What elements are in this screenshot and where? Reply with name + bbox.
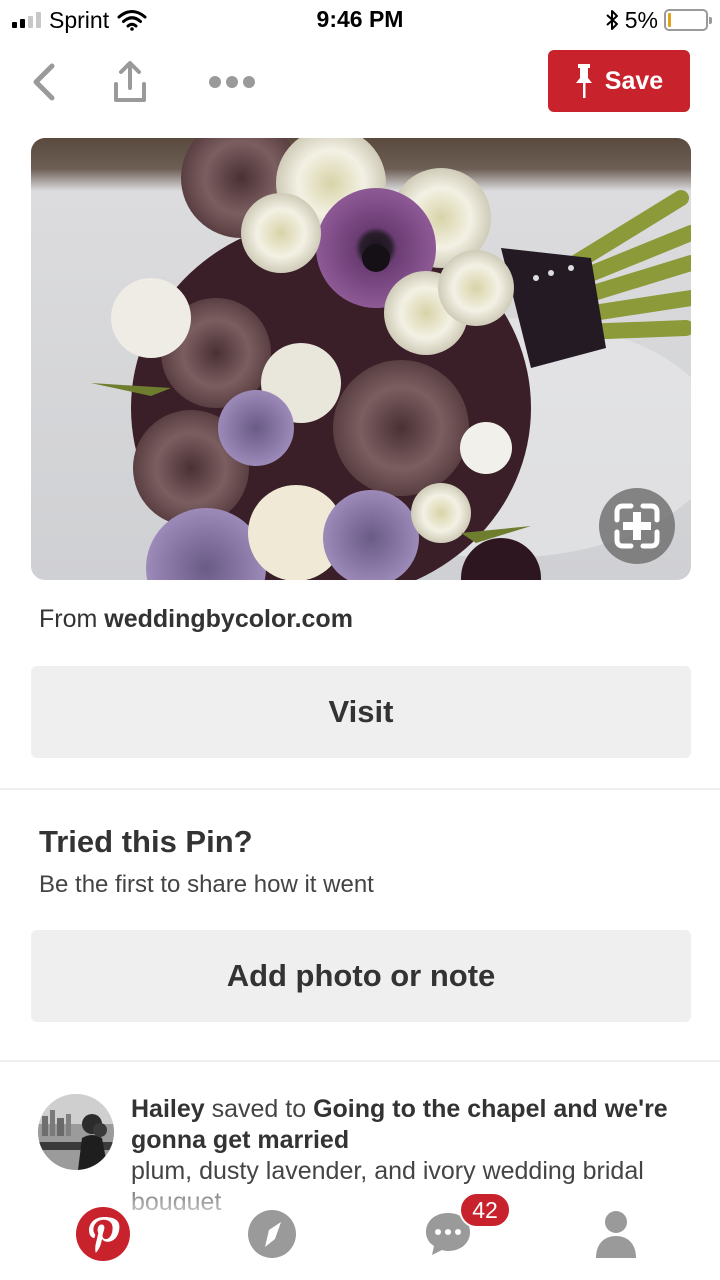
bluetooth-icon (606, 10, 618, 30)
pin-image[interactable] (31, 138, 691, 580)
activity-user[interactable]: Hailey (131, 1095, 205, 1123)
back-button[interactable] (20, 58, 68, 106)
tab-profile[interactable] (586, 1204, 646, 1264)
save-label: Save (604, 66, 664, 95)
top-nav: Save (0, 48, 720, 114)
person-icon (596, 1211, 636, 1258)
battery-icon (664, 9, 712, 31)
source-domain[interactable]: weddingbycolor.com (104, 605, 353, 633)
add-photo-note-button[interactable]: Add photo or note (31, 930, 691, 1022)
status-right: 5% (605, 6, 712, 34)
visual-search-button[interactable] (599, 488, 675, 564)
bouquet-photo (31, 138, 691, 580)
lens-icon (614, 503, 660, 549)
avatar-photo (38, 1094, 114, 1170)
share-icon (114, 61, 146, 102)
share-button[interactable] (106, 58, 154, 106)
divider (0, 1060, 720, 1062)
tab-explore[interactable] (242, 1204, 302, 1264)
tried-subtitle: Be the first to share how it went (39, 871, 374, 898)
divider (0, 788, 720, 790)
visit-button[interactable]: Visit (31, 666, 691, 758)
battery-percent: 5% (624, 6, 658, 33)
activity-action: saved to (211, 1095, 307, 1123)
source-prefix: From (39, 605, 98, 633)
messages-badge: 42 (459, 1192, 511, 1228)
battery-level (668, 13, 671, 27)
tried-title: Tried this Pin? (39, 824, 253, 859)
more-icon (209, 76, 255, 88)
avatar[interactable] (38, 1094, 114, 1170)
pin-source[interactable]: From weddingbycolor.com (39, 605, 353, 634)
chevron-left-icon (33, 63, 55, 101)
status-bar: Sprint 9:46 PM 5% (0, 0, 720, 40)
compass-icon (248, 1210, 296, 1258)
save-button[interactable]: Save (548, 50, 690, 112)
pinterest-logo-icon (76, 1207, 130, 1261)
tab-home[interactable] (73, 1204, 133, 1264)
more-options-button[interactable] (206, 58, 258, 106)
tab-bar (0, 1196, 720, 1280)
pin-icon (575, 64, 592, 98)
